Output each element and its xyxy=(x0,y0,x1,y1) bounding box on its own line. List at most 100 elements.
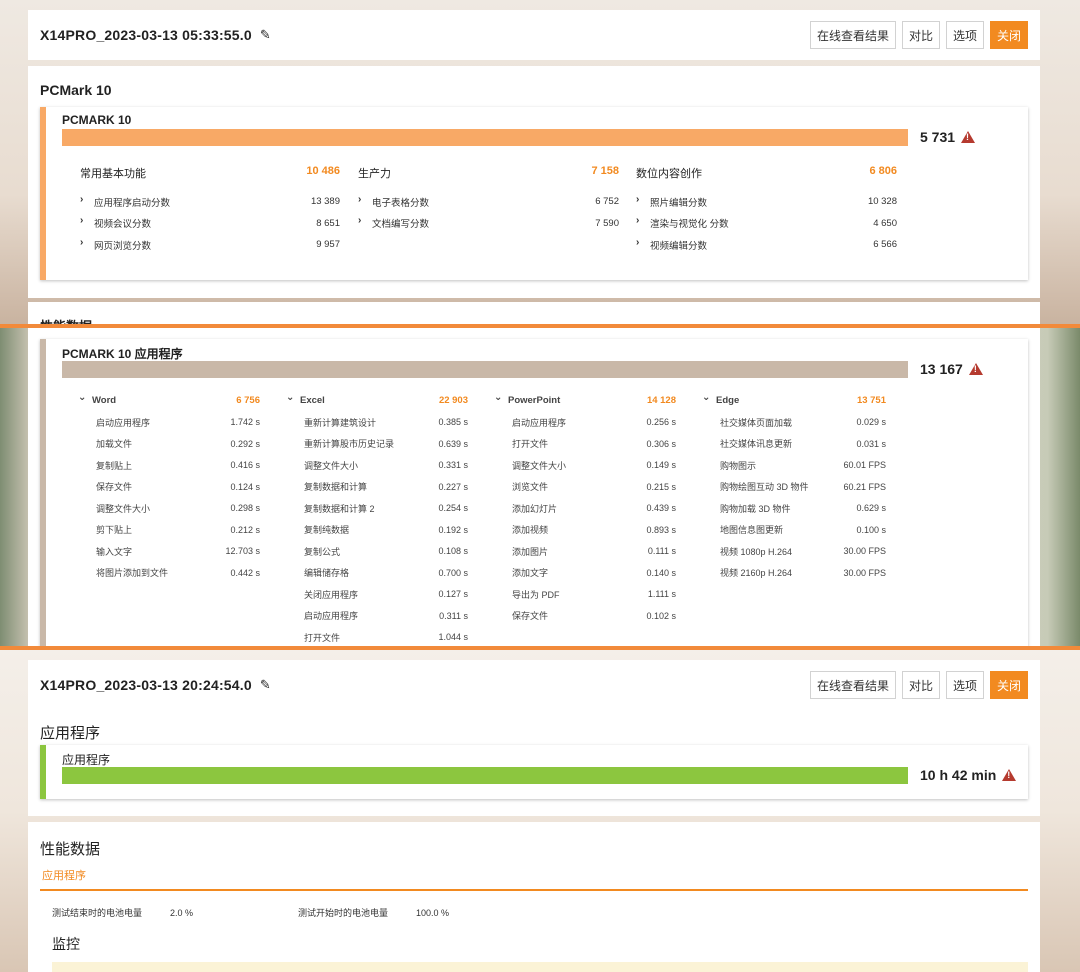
monitor-title: 监控 xyxy=(52,936,80,952)
list-item: 重新计算建筑设计 0.385 s xyxy=(304,417,468,428)
app-header[interactable]: ⌄ Edge 13 751 xyxy=(702,390,886,412)
score-bar xyxy=(62,361,908,378)
result-score: 5 731 xyxy=(920,129,976,145)
group-name: 生产力 xyxy=(358,168,391,180)
list-item: 剪下贴上 0.212 s xyxy=(96,524,260,536)
panel-pcmark10: X14PRO_2023-03-13 05:33:55.0 ✎ 在线查看结果 对比… xyxy=(0,0,1080,324)
list-item: 调整文件大小 0.298 s xyxy=(96,503,260,514)
chevron-right-icon: › xyxy=(80,215,84,227)
list-item: 购物加载 3D 物件 0.629 s xyxy=(720,503,886,514)
chevron-right-icon: › xyxy=(636,193,640,205)
close-button[interactable]: 关闭 xyxy=(989,671,1028,699)
list-item[interactable]: › 电子表格分数 6 752 xyxy=(358,191,619,213)
list-item: 地图信息图更新 0.100 s xyxy=(720,524,886,536)
result-battery: 应用程序 10 h 42 min xyxy=(40,745,1028,799)
app-header[interactable]: ⌄ PowerPoint 14 128 xyxy=(494,390,676,412)
list-item: 打开文件 1.044 s xyxy=(304,632,468,643)
group-name: 常用基本功能 xyxy=(80,168,146,180)
group-score: 10 486 xyxy=(306,165,340,177)
list-item: 启动应用程序 0.311 s xyxy=(304,610,468,622)
list-item: 添加幻灯片 0.439 s xyxy=(512,503,676,514)
tab-applications[interactable]: 应用程序 xyxy=(40,859,1028,891)
result-applications: PCMARK 10 应用程序 13 167 ⌄Word6 756 启动应用程序1… xyxy=(40,339,1028,646)
app-powerpoint: ⌄ PowerPoint 14 128 启动应用程序 0.256 s 打开文件 0.30… xyxy=(494,390,676,627)
panel-battery: X14PRO_2023-03-13 20:24:54.0 ✎ 在线查看结果 对比… xyxy=(0,650,1080,972)
result-header: X14PRO_2023-03-13 05:33:55.0 ✎ 在线查看结果 对比… xyxy=(28,10,1040,60)
close-button[interactable]: 关闭 xyxy=(989,21,1028,49)
list-item: 购物绘图互动 3D 物件 60.21 FPS xyxy=(720,481,886,493)
result-name: PCMARK 10 应用程序 xyxy=(62,347,183,361)
group-productivity: 生产力 7 158 › 电子表格分数 6 752 › 文档编写分数 7 590 xyxy=(358,165,619,234)
cut-section-title: 性能数据 xyxy=(28,302,1040,324)
result-score: 13 167 xyxy=(920,361,983,377)
list-item: 社交媒体讯息更新 0.031 s xyxy=(720,438,886,450)
list-item: 调整文件大小 0.149 s xyxy=(512,460,676,471)
list-item[interactable]: › 渲染与视觉化 分数 4 650 xyxy=(636,213,897,235)
accent-strip xyxy=(40,339,46,646)
list-item: 编辑储存格 0.700 s xyxy=(304,567,468,579)
section-title: 应用程序 xyxy=(40,725,101,742)
score-bar xyxy=(62,767,908,784)
list-item: 购物图示 60.01 FPS xyxy=(720,460,886,471)
options-button[interactable]: 选项 xyxy=(945,21,984,49)
result-score: 10 h 42 min xyxy=(920,767,1017,783)
list-item: 浏览文件 0.215 s xyxy=(512,481,676,493)
monitor-chart-area xyxy=(52,962,1028,972)
warning-icon[interactable] xyxy=(1002,769,1017,781)
list-item: 保存文件 0.124 s xyxy=(96,481,260,493)
edit-pencil-icon[interactable]: ✎ xyxy=(260,677,271,693)
list-item: 复制公式 0.108 s xyxy=(304,546,468,557)
group-digital-content: 数位内容创作 6 806 › 照片编辑分数 10 328 › 渲染与视觉化 分数 4 65… xyxy=(636,165,897,256)
list-item: 保存文件 0.102 s xyxy=(512,610,676,622)
list-item[interactable]: › 视频编辑分数 6 566 xyxy=(636,234,897,256)
result-title: X14PRO_2023-03-13 20:24:54.0 xyxy=(40,677,252,693)
group-name: 数位内容创作 xyxy=(636,168,702,180)
next-card: 性能数据 xyxy=(28,302,1040,324)
result-pcmark10: PCMARK 10 5 731 常用基本功能 10 486 ›应用程序启动分数13… xyxy=(40,107,1028,280)
list-item: 启动应用程序 1.742 s xyxy=(96,417,260,428)
app-header[interactable]: ⌄ Excel 22 903 xyxy=(286,390,468,412)
list-item: 重新计算股市历史记录 0.639 s xyxy=(304,438,468,450)
chevron-right-icon: › xyxy=(636,215,640,227)
chevron-right-icon: › xyxy=(80,193,84,205)
list-item[interactable]: › 网页浏览分数 9 957 xyxy=(80,234,340,256)
chevron-down-icon: ⌄ xyxy=(702,392,711,404)
list-item: 将图片添加到文件 0.442 s xyxy=(96,567,260,579)
list-item: 复制数据和计算 0.227 s xyxy=(304,481,468,493)
compare-button[interactable]: 对比 xyxy=(901,671,940,699)
list-item: 视频 2160p H.264 30.00 FPS xyxy=(720,567,886,579)
list-item[interactable]: › 文档编写分数 7 590 xyxy=(358,213,619,235)
group-essentials: 常用基本功能 10 486 › 应用程序启动分数 13 389 › 视频会议分数 8 65… xyxy=(80,165,340,256)
app-edge: ⌄ Edge 13 751 社交媒体页面加载 0.029 s 社交媒体讯息更新 0.03… xyxy=(702,390,886,584)
chevron-down-icon: ⌄ xyxy=(286,392,295,404)
app-header[interactable]: ⌄ Word 6 756 xyxy=(78,390,260,412)
list-item: 加载文件 0.292 s xyxy=(96,438,260,450)
list-item: 添加文字 0.140 s xyxy=(512,567,676,579)
compare-button[interactable]: 对比 xyxy=(901,21,940,49)
list-item: 视频 1080p H.264 30.00 FPS xyxy=(720,546,886,557)
result-name: 应用程序 xyxy=(62,753,111,767)
list-item: 导出为 PDF 1.111 s xyxy=(512,589,676,600)
app-excel: ⌄ Excel 22 903 重新计算建筑设计 0.385 s 重新计算股市历史记录 0… xyxy=(286,390,468,646)
list-item[interactable]: › 照片编辑分数 10 328 xyxy=(636,191,897,213)
view-online-button[interactable]: 在线查看结果 xyxy=(809,671,896,699)
performance-card: 性能数据 应用程序 测试结束时的电池电量 2.0 % 测试开始时的电池电量 100.… xyxy=(28,822,1040,972)
view-online-button[interactable]: 在线查看结果 xyxy=(809,21,896,49)
accent-strip xyxy=(40,745,46,799)
edit-pencil-icon[interactable]: ✎ xyxy=(260,27,271,43)
list-item: 输入文字 12.703 s xyxy=(96,546,260,557)
group-score: 6 806 xyxy=(869,165,897,177)
result-name: PCMARK 10 xyxy=(62,113,132,127)
chevron-down-icon: ⌄ xyxy=(494,392,503,404)
warning-icon[interactable] xyxy=(968,363,983,375)
chevron-right-icon: › xyxy=(80,236,84,248)
warning-icon[interactable] xyxy=(961,131,976,143)
list-item[interactable]: › 视频会议分数 8 651 xyxy=(80,213,340,235)
list-item[interactable]: › 应用程序启动分数 13 389 xyxy=(80,191,340,213)
kv-battery-start: 测试开始时的电池电量 100.0 % xyxy=(298,908,450,918)
chevron-right-icon: › xyxy=(636,236,640,248)
options-button[interactable]: 选项 xyxy=(945,671,984,699)
section-title: PCMark 10 xyxy=(40,82,112,98)
chevron-right-icon: › xyxy=(358,193,362,205)
list-item: 复制纯数据 0.192 s xyxy=(304,524,468,536)
